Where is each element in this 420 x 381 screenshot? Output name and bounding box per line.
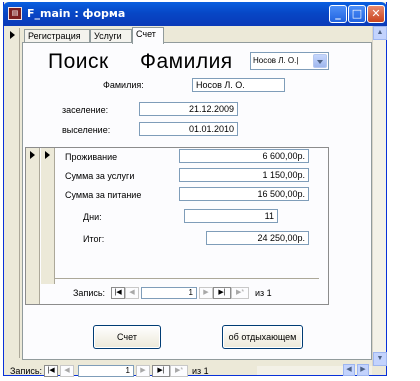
services-sum-field[interactable]: 1 150,00р. bbox=[179, 168, 309, 182]
invoice-subform: Проживание 6 600,00р. Сумма за услуги 1 … bbox=[25, 147, 329, 305]
meals-sum-field[interactable]: 16 500,00р. bbox=[179, 187, 309, 201]
nested-record-selector[interactable] bbox=[41, 148, 55, 284]
form-first-record-icon[interactable]: |◀ bbox=[44, 365, 58, 377]
subform-current-record-icon bbox=[30, 151, 35, 159]
vertical-scrollbar[interactable]: ▲ ▼ bbox=[372, 26, 387, 366]
tab-services[interactable]: Услуги bbox=[90, 29, 132, 43]
minimize-button[interactable]: _ bbox=[329, 5, 347, 23]
total-field[interactable]: 24 250,00р. bbox=[206, 231, 309, 245]
subform-new-record-icon[interactable]: ▶* bbox=[231, 287, 249, 299]
scroll-left-icon[interactable]: ◀ bbox=[343, 364, 355, 376]
subform-first-record-icon[interactable]: |◀ bbox=[111, 287, 125, 299]
scroll-down-icon[interactable]: ▼ bbox=[373, 352, 387, 366]
services-sum-label: Сумма за услуги bbox=[65, 171, 135, 181]
subform-nav-label: Запись: bbox=[73, 288, 106, 298]
subform-record-count: из 1 bbox=[255, 288, 272, 298]
form-record-navigator: Запись: |◀ ◀ 1 ▶ ▶| ▶* из 1 bbox=[10, 365, 260, 377]
form-window: ▤ F_main : форма _ □ ✕ Регистрация Услуг… bbox=[3, 2, 387, 377]
nested-current-record-icon bbox=[45, 151, 50, 159]
surname-combo[interactable]: Носов Л. О.| bbox=[250, 52, 329, 70]
scroll-up-icon[interactable]: ▲ bbox=[373, 26, 387, 40]
access-form-icon: ▤ bbox=[8, 7, 22, 20]
maximize-button[interactable]: □ bbox=[348, 5, 366, 23]
subform-detail: Проживание 6 600,00р. Сумма за услуги 1 … bbox=[55, 148, 319, 279]
search-label: Поиск bbox=[48, 50, 109, 73]
surname-combo-value: Носов Л. О.| bbox=[253, 56, 299, 65]
subform-record-selector[interactable] bbox=[26, 148, 40, 304]
subform-record-number[interactable]: 1 bbox=[141, 287, 197, 299]
window-title: F_main : форма bbox=[27, 7, 126, 20]
subform-last-record-icon[interactable]: ▶| bbox=[213, 287, 231, 299]
scroll-right-icon[interactable]: ▶ bbox=[357, 364, 369, 376]
form-nav-label: Запись: bbox=[10, 366, 43, 376]
form-last-record-icon[interactable]: ▶| bbox=[152, 365, 170, 377]
subform-next-record-icon[interactable]: ▶ bbox=[199, 287, 213, 299]
days-label: Дни: bbox=[83, 212, 102, 222]
title-bar[interactable]: ▤ F_main : форма _ □ ✕ bbox=[3, 2, 387, 26]
record-selector[interactable] bbox=[7, 28, 20, 358]
surname-field[interactable]: Носов Л. О. bbox=[192, 78, 285, 92]
checkout-field[interactable]: 01.01.2010 bbox=[139, 122, 238, 136]
accommodation-field[interactable]: 6 600,00р. bbox=[179, 149, 309, 163]
surname-label: Фамилия: bbox=[103, 80, 144, 90]
close-button[interactable]: ✕ bbox=[367, 5, 385, 23]
form-record-count: из 1 bbox=[192, 366, 209, 376]
horizontal-scrollbar[interactable]: ◀ ▶ bbox=[257, 364, 372, 376]
days-field[interactable]: 11 bbox=[184, 209, 278, 223]
total-label: Итог: bbox=[83, 234, 105, 244]
combo-dropdown-icon[interactable] bbox=[313, 54, 327, 68]
invoice-button[interactable]: Счет bbox=[93, 325, 161, 349]
tab-registration[interactable]: Регистрация bbox=[24, 29, 90, 43]
accommodation-label: Проживание bbox=[65, 152, 118, 162]
form-prev-record-icon[interactable]: ◀ bbox=[60, 365, 74, 377]
checkin-label: заселение: bbox=[62, 105, 109, 115]
checkout-label: выселение: bbox=[62, 125, 111, 135]
form-new-record-icon[interactable]: ▶* bbox=[170, 365, 188, 377]
subform-record-navigator: Запись: |◀ ◀ 1 ▶ ▶| ▶* из 1 bbox=[73, 287, 303, 299]
tab-page-invoice: Поиск Фамилия Носов Л. О.| Фамилия: Носо… bbox=[22, 42, 372, 360]
about-guest-button[interactable]: об отдыхающем bbox=[222, 325, 303, 349]
subform-prev-record-icon[interactable]: ◀ bbox=[125, 287, 139, 299]
form-record-number[interactable]: 1 bbox=[78, 365, 134, 377]
form-next-record-icon[interactable]: ▶ bbox=[136, 365, 150, 377]
surname-search-label: Фамилия bbox=[140, 50, 233, 73]
checkin-field[interactable]: 21.12.2009 bbox=[139, 102, 238, 116]
meals-sum-label: Сумма за питание bbox=[65, 190, 142, 200]
current-record-arrow-icon bbox=[10, 31, 15, 39]
tab-invoice[interactable]: Счет bbox=[132, 27, 164, 44]
